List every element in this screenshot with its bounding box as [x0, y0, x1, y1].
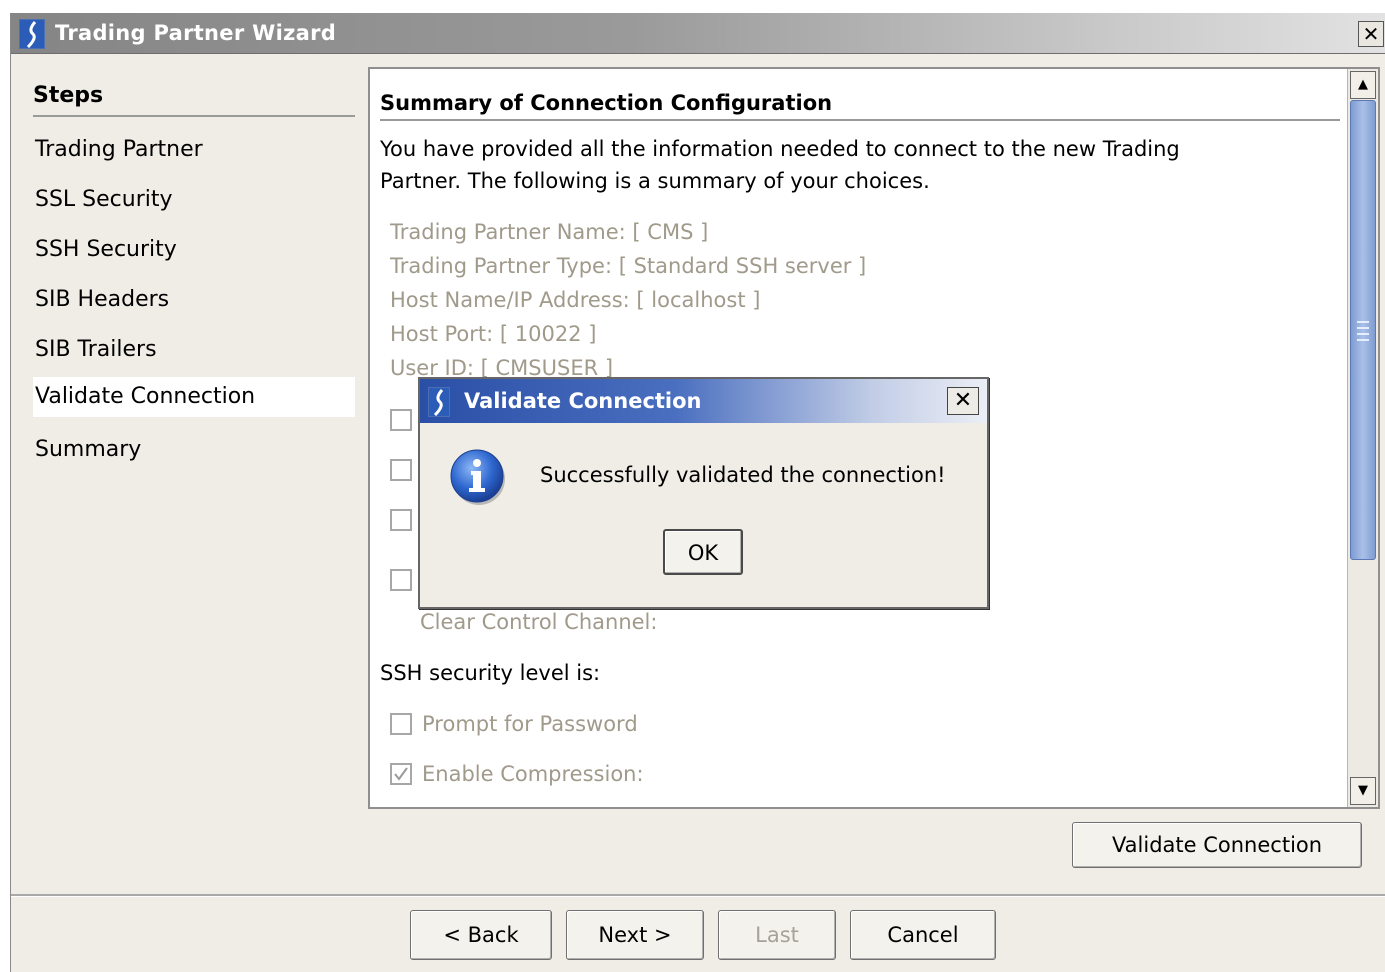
field-partner-name: Trading Partner Name: [ CMS ] [390, 220, 709, 244]
scroll-up-button[interactable]: ▲ [1350, 71, 1376, 99]
app-logo-icon [19, 19, 45, 49]
step-ssh-security[interactable]: SSH Security [33, 230, 355, 270]
step-sib-headers[interactable]: SIB Headers [33, 280, 355, 320]
ok-button[interactable]: OK [663, 529, 743, 575]
validate-connection-dialog: Validate Connection ✕ Successfully valid… [418, 377, 989, 609]
intro-line-1: You have provided all the information ne… [380, 137, 1180, 161]
enable-compression-label: Enable Compression: [422, 762, 644, 786]
dialog-title: Validate Connection [464, 389, 702, 413]
field-partner-type: Trading Partner Type: [ Standard SSH ser… [390, 254, 867, 278]
intro-line-2: Partner. The following is a summary of y… [380, 169, 930, 193]
steps-divider [33, 115, 355, 117]
option-checkbox[interactable] [390, 409, 412, 431]
checkmark-icon [394, 767, 408, 781]
scrollbar-thumb[interactable] [1350, 100, 1376, 560]
prompt-password-checkbox[interactable] [390, 713, 412, 735]
app-logo-icon [428, 387, 450, 417]
step-trading-partner[interactable]: Trading Partner [33, 130, 355, 170]
field-host-name: Host Name/IP Address: [ localhost ] [390, 288, 761, 312]
option-checkbox[interactable] [390, 569, 412, 591]
validate-connection-button[interactable]: Validate Connection [1072, 822, 1362, 868]
cancel-button[interactable]: Cancel [850, 910, 996, 960]
info-icon [448, 447, 508, 507]
dialog-close-button[interactable]: ✕ [947, 387, 979, 415]
step-summary[interactable]: Summary [33, 430, 355, 470]
last-button[interactable]: Last [718, 910, 836, 960]
dialog-message: Successfully validated the connection! [540, 463, 946, 487]
summary-title: Summary of Connection Configuration [380, 91, 833, 115]
prompt-password-label: Prompt for Password [422, 712, 638, 736]
window-title: Trading Partner Wizard [55, 21, 337, 45]
back-button[interactable]: < Back [410, 910, 552, 960]
vertical-scrollbar[interactable]: ▲ ▼ [1347, 69, 1378, 807]
ssh-security-level-label: SSH security level is: [380, 661, 601, 685]
window-close-button[interactable]: ✕ [1358, 21, 1384, 47]
next-button[interactable]: Next > [566, 910, 704, 960]
enable-compression-checkbox[interactable] [390, 763, 412, 785]
option-checkbox[interactable] [390, 509, 412, 531]
thumb-grip [1357, 333, 1369, 335]
summary-intro: You have provided all the information ne… [380, 133, 1280, 197]
step-validate-connection[interactable]: Validate Connection [33, 377, 355, 417]
footer-divider [11, 894, 1385, 897]
step-sib-trailers[interactable]: SIB Trailers [33, 330, 355, 370]
dialog-titlebar[interactable]: Validate Connection ✕ [420, 379, 987, 423]
thumb-grip [1357, 327, 1369, 329]
scroll-down-button[interactable]: ▼ [1350, 777, 1376, 805]
window-titlebar[interactable]: Trading Partner Wizard ✕ [11, 13, 1385, 54]
summary-divider [380, 119, 1340, 121]
step-ssl-security[interactable]: SSL Security [33, 180, 355, 220]
field-host-port: Host Port: [ 10022 ] [390, 322, 597, 346]
steps-header: Steps [33, 83, 104, 108]
clear-control-channel-label: Clear Control Channel: [420, 610, 658, 634]
thumb-grip [1357, 321, 1369, 323]
option-checkbox[interactable] [390, 459, 412, 481]
thumb-grip [1357, 339, 1369, 341]
